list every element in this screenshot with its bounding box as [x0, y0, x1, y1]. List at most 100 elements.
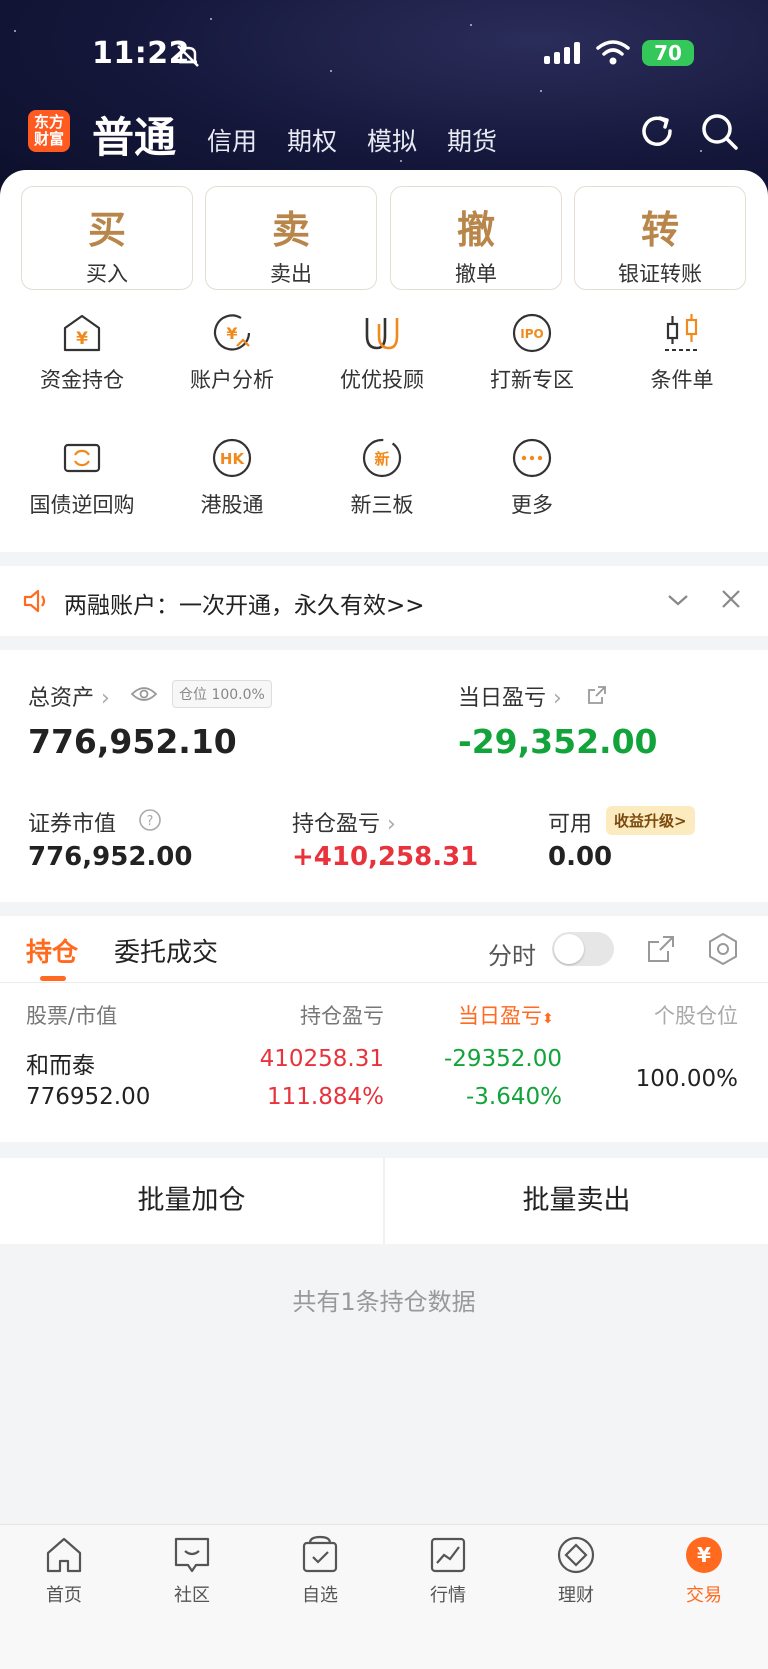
daily-pnl-label[interactable]: 当日盈亏 ›: [458, 680, 562, 712]
grid-uu-advisor[interactable]: 优优投顾: [307, 312, 457, 412]
tab-futures[interactable]: 期货: [447, 122, 497, 158]
asset-summary: 总资产 › 仓位 100.0% 776,952.10 当日盈亏 › -29,35…: [0, 650, 768, 902]
chevron-down-icon[interactable]: [666, 590, 690, 610]
tabbar-trade[interactable]: ¥ 交易: [654, 1535, 754, 1607]
svg-text:¥: ¥: [226, 324, 237, 343]
table-row[interactable]: 和而泰 776952.00 410258.31 111.884% -29352.…: [0, 1046, 768, 1136]
available-label: 可用: [548, 812, 593, 837]
tab-credit[interactable]: 信用: [207, 122, 257, 158]
community-icon: [174, 1537, 210, 1573]
stock-position-pct: 100.00%: [635, 1066, 738, 1092]
grid-account-analysis[interactable]: ¥ 账户分析: [157, 312, 307, 412]
stock-name: 和而泰: [26, 1053, 95, 1079]
gear-icon[interactable]: [706, 932, 740, 966]
tabbar-watchlist[interactable]: 自选: [270, 1535, 370, 1607]
tabbar-home[interactable]: 首页: [14, 1535, 114, 1607]
share-icon[interactable]: [586, 684, 608, 706]
bond-icon: [63, 443, 101, 473]
svg-text:?: ?: [147, 814, 154, 829]
sort-icon: ⬍: [542, 1011, 554, 1027]
tabbar-wealth[interactable]: 理财: [526, 1535, 626, 1607]
search-icon[interactable]: [698, 110, 740, 152]
wifi-icon: [596, 40, 630, 65]
battery-indicator: 70: [642, 40, 694, 66]
market-icon: [430, 1537, 466, 1573]
daily-pnl-value: -29,352.00: [458, 722, 658, 761]
total-assets-label[interactable]: 总资产 ›: [28, 680, 110, 712]
svg-text:HK: HK: [220, 450, 246, 468]
help-icon[interactable]: ?: [138, 808, 162, 832]
ipo-icon: IPO: [512, 313, 552, 353]
wealth-icon: [557, 1536, 595, 1574]
hk-icon: HK: [212, 438, 252, 478]
grid-ipo-zone[interactable]: IPO 打新专区: [457, 312, 607, 412]
signal-icon: [544, 42, 580, 64]
close-icon[interactable]: [720, 588, 742, 610]
svg-text:新: 新: [374, 450, 389, 468]
total-assets-value: 776,952.10: [28, 722, 237, 761]
uu-icon: [365, 318, 399, 350]
refresh-icon[interactable]: [636, 110, 678, 152]
speaker-icon: [23, 589, 46, 613]
yuan-chart-icon: ¥: [213, 314, 251, 351]
market-value-label: 证券市值: [28, 812, 117, 837]
yield-upgrade-badge[interactable]: 收益升级>: [606, 806, 695, 835]
col-header-daily-pnl[interactable]: 当日盈亏⬍: [458, 1000, 554, 1030]
tab-options[interactable]: 期权: [287, 122, 337, 158]
svg-text:IPO: IPO: [520, 327, 543, 341]
tab-holdings[interactable]: 持仓: [26, 932, 78, 969]
timeshare-label: 分时: [488, 942, 536, 970]
eye-icon[interactable]: [130, 684, 158, 704]
batch-add-button[interactable]: 批量加仓: [0, 1158, 383, 1244]
bank-transfer-button[interactable]: 转 银证转账: [574, 186, 746, 290]
available-value: 0.00: [548, 842, 613, 872]
grid-more[interactable]: 更多: [457, 437, 607, 537]
col-header-hold-pnl: 持仓盈亏: [300, 1004, 384, 1028]
sell-button[interactable]: 卖 卖出: [205, 186, 377, 290]
holdings-panel: 持仓 委托成交 分时 股票/市值 持仓盈亏 当日盈亏⬍ 个股仓位 和而泰 776…: [0, 916, 768, 1142]
col-header-stock: 股票/市值: [26, 1004, 118, 1028]
stock-daily-pnl-pct: -3.640%: [466, 1084, 562, 1110]
tab-orders[interactable]: 委托成交: [114, 932, 218, 969]
stock-daily-pnl: -29352.00: [443, 1046, 562, 1072]
new-board-icon: 新: [362, 438, 402, 478]
top-nav: 东方 财富 普通 信用 期权 模拟 期货: [0, 104, 768, 164]
chevron-right-icon: ›: [553, 686, 562, 711]
chevron-right-icon: ›: [101, 686, 110, 711]
grid-funds-position[interactable]: ¥ 资金持仓: [7, 312, 157, 412]
tab-normal[interactable]: 普通: [92, 104, 176, 165]
more-icon: [512, 438, 552, 478]
export-icon[interactable]: [646, 934, 676, 964]
stock-hold-pnl-pct: 111.884%: [267, 1084, 384, 1110]
grid-hk-connect[interactable]: HK 港股通: [157, 437, 307, 537]
tab-simulation[interactable]: 模拟: [367, 122, 417, 158]
svg-text:¥: ¥: [697, 1543, 711, 1567]
trade-panel: 买 买入 卖 卖出 撤 撤单 转 银证转账 ¥ 资金持仓 ¥ 账户分析 优优投顾: [0, 170, 768, 552]
grid-conditional-order[interactable]: 条件单: [607, 312, 757, 412]
grid-bond-repo[interactable]: 国债逆回购: [7, 437, 157, 537]
app-logo: 东方 财富: [28, 110, 70, 152]
market-value: 776,952.00: [28, 842, 193, 872]
watchlist-icon: [302, 1535, 338, 1573]
timeshare-toggle[interactable]: [552, 932, 614, 966]
col-header-position: 个股仓位: [654, 1004, 738, 1028]
stock-market-value: 776952.00: [26, 1084, 151, 1110]
hold-pnl-label[interactable]: 持仓盈亏 ›: [292, 806, 396, 838]
home-icon: [46, 1537, 82, 1573]
trade-icon: ¥: [686, 1537, 722, 1573]
position-badge: 仓位 100.0%: [172, 680, 272, 708]
status-bar: 11:22 70: [0, 36, 768, 76]
chevron-right-icon: ›: [387, 812, 396, 837]
svg-text:¥: ¥: [76, 329, 88, 349]
grid-new-third-board[interactable]: 新 新三板: [307, 437, 457, 537]
notice-text[interactable]: 两融账户：一次开通，永久有效>>: [64, 586, 425, 620]
buy-button[interactable]: 买 买入: [21, 186, 193, 290]
margin-account-notice[interactable]: 两融账户：一次开通，永久有效>>: [0, 566, 768, 636]
yuan-house-icon: ¥: [63, 314, 101, 352]
bottom-tabbar: 首页 社区 自选 行情 理财 ¥ 交易: [0, 1524, 768, 1669]
tabbar-community[interactable]: 社区: [142, 1535, 242, 1607]
candle-icon: [665, 314, 699, 351]
batch-sell-button[interactable]: 批量卖出: [385, 1158, 768, 1244]
tabbar-market[interactable]: 行情: [398, 1535, 498, 1607]
cancel-order-button[interactable]: 撤 撤单: [390, 186, 562, 290]
